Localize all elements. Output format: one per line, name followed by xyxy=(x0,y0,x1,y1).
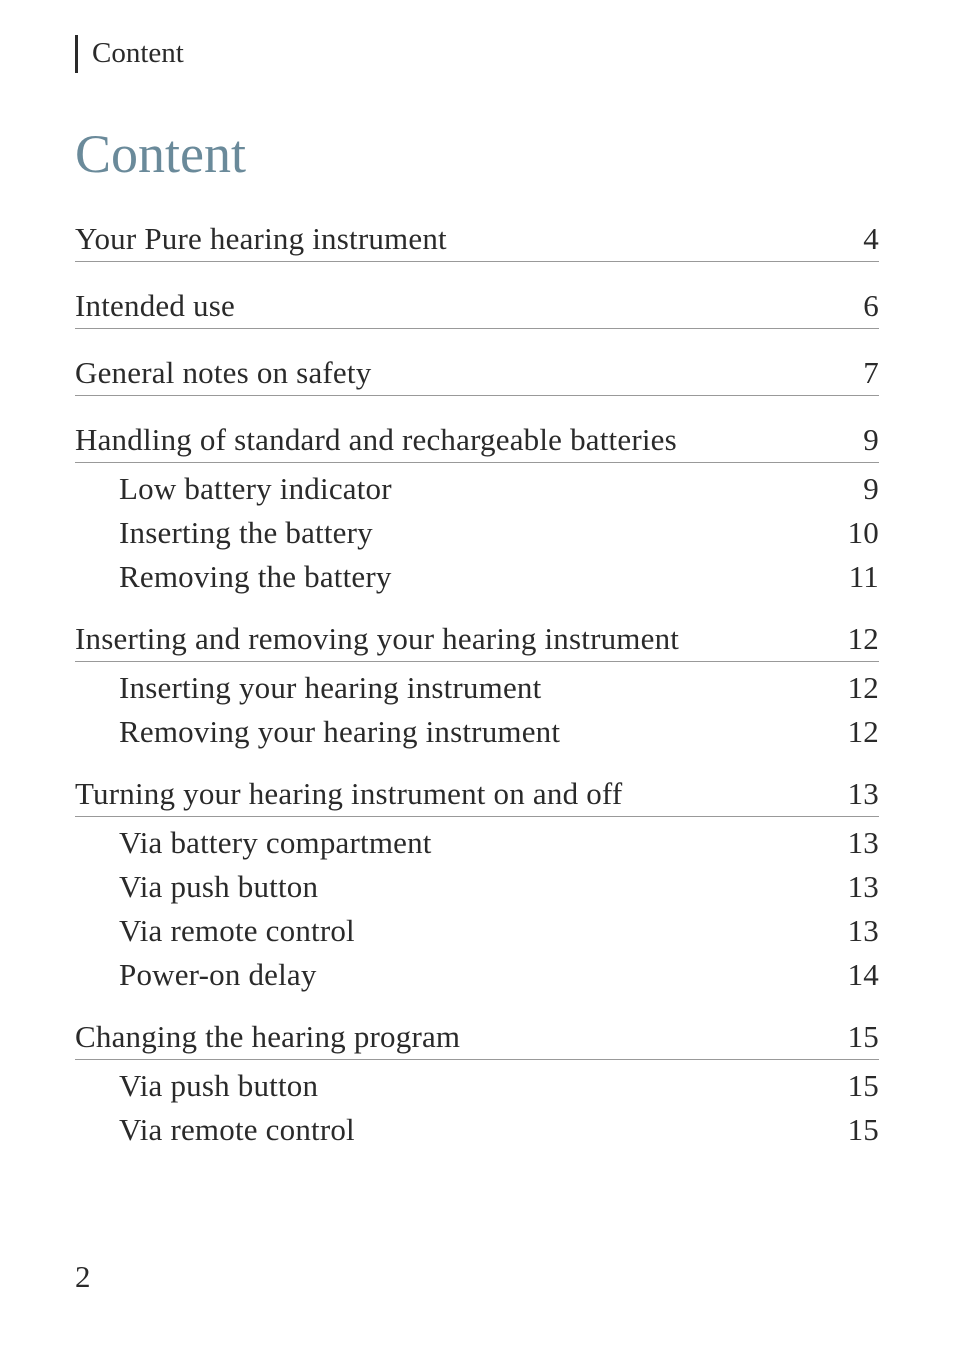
toc-subitem-title: Via push button xyxy=(119,1068,829,1104)
toc-section-title: Inserting and removing your hearing inst… xyxy=(75,621,829,657)
toc-section: Your Pure hearing instrument 4 xyxy=(75,221,879,262)
toc-section: Inserting and removing your hearing inst… xyxy=(75,621,879,662)
toc-section-page: 12 xyxy=(829,621,879,657)
toc-subitem-page: 15 xyxy=(829,1112,879,1148)
toc-subitem-title: Via remote control xyxy=(119,913,829,949)
toc-section-page: 9 xyxy=(829,422,879,458)
toc-subitem: Via push button 13 xyxy=(75,869,879,905)
page-title: Content xyxy=(75,123,879,185)
toc-section-title: Turning your hearing instrument on and o… xyxy=(75,776,829,812)
toc-subitem-title: Inserting your hearing instrument xyxy=(119,670,829,706)
toc-subitem: Low battery indicator 9 xyxy=(75,471,879,507)
toc-subitem-page: 10 xyxy=(829,515,879,551)
toc-subitem-title: Via remote control xyxy=(119,1112,829,1148)
toc-subitem-title: Removing the battery xyxy=(119,559,829,595)
running-head: Content xyxy=(75,35,879,73)
toc-subitem-title: Via battery compartment xyxy=(119,825,829,861)
toc-subitem-title: Via push button xyxy=(119,869,829,905)
toc-subitem: Power-on delay 14 xyxy=(75,957,879,993)
toc-section-page: 15 xyxy=(829,1019,879,1055)
toc-subitem-page: 15 xyxy=(829,1068,879,1104)
toc-subitem-page: 14 xyxy=(829,957,879,993)
toc-subitem: Inserting the battery 10 xyxy=(75,515,879,551)
toc-subitem-title: Removing your hearing instrument xyxy=(119,714,829,750)
toc-section: Handling of standard and rechargeable ba… xyxy=(75,422,879,463)
toc-section: Intended use 6 xyxy=(75,288,879,329)
toc-section-page: 13 xyxy=(829,776,879,812)
toc-section-page: 4 xyxy=(829,221,879,257)
toc-subitem: Via push button 15 xyxy=(75,1068,879,1104)
toc-subitem-page: 12 xyxy=(829,714,879,750)
document-page: Content Content Your Pure hearing instru… xyxy=(0,0,954,1204)
toc-subitem-page: 11 xyxy=(829,559,879,595)
toc-subitem-page: 9 xyxy=(829,471,879,507)
toc-subitem: Via remote control 13 xyxy=(75,913,879,949)
toc-section-title: General notes on safety xyxy=(75,355,829,391)
toc-subitem: Removing the battery 11 xyxy=(75,559,879,595)
toc-section-title: Changing the hearing program xyxy=(75,1019,829,1055)
toc-subitem-page: 13 xyxy=(829,869,879,905)
toc-subitem-title: Inserting the battery xyxy=(119,515,829,551)
toc-section-title: Intended use xyxy=(75,288,829,324)
toc-subitem-page: 13 xyxy=(829,825,879,861)
toc-section-page: 7 xyxy=(829,355,879,391)
toc-subitem-page: 12 xyxy=(829,670,879,706)
toc-subitem: Via battery compartment 13 xyxy=(75,825,879,861)
toc-section-page: 6 xyxy=(829,288,879,324)
toc-subitem: Via remote control 15 xyxy=(75,1112,879,1148)
toc-section: General notes on safety 7 xyxy=(75,355,879,396)
toc-subitem-page: 13 xyxy=(829,913,879,949)
toc-subitem-title: Power-on delay xyxy=(119,957,829,993)
toc-subitem: Inserting your hearing instrument 12 xyxy=(75,670,879,706)
toc-subitem-title: Low battery indicator xyxy=(119,471,829,507)
toc-section-title: Your Pure hearing instrument xyxy=(75,221,829,257)
toc-section: Turning your hearing instrument on and o… xyxy=(75,776,879,817)
page-number: 2 xyxy=(75,1259,91,1295)
toc-subitem: Removing your hearing instrument 12 xyxy=(75,714,879,750)
toc-section: Changing the hearing program 15 xyxy=(75,1019,879,1060)
toc-section-title: Handling of standard and rechargeable ba… xyxy=(75,422,829,458)
